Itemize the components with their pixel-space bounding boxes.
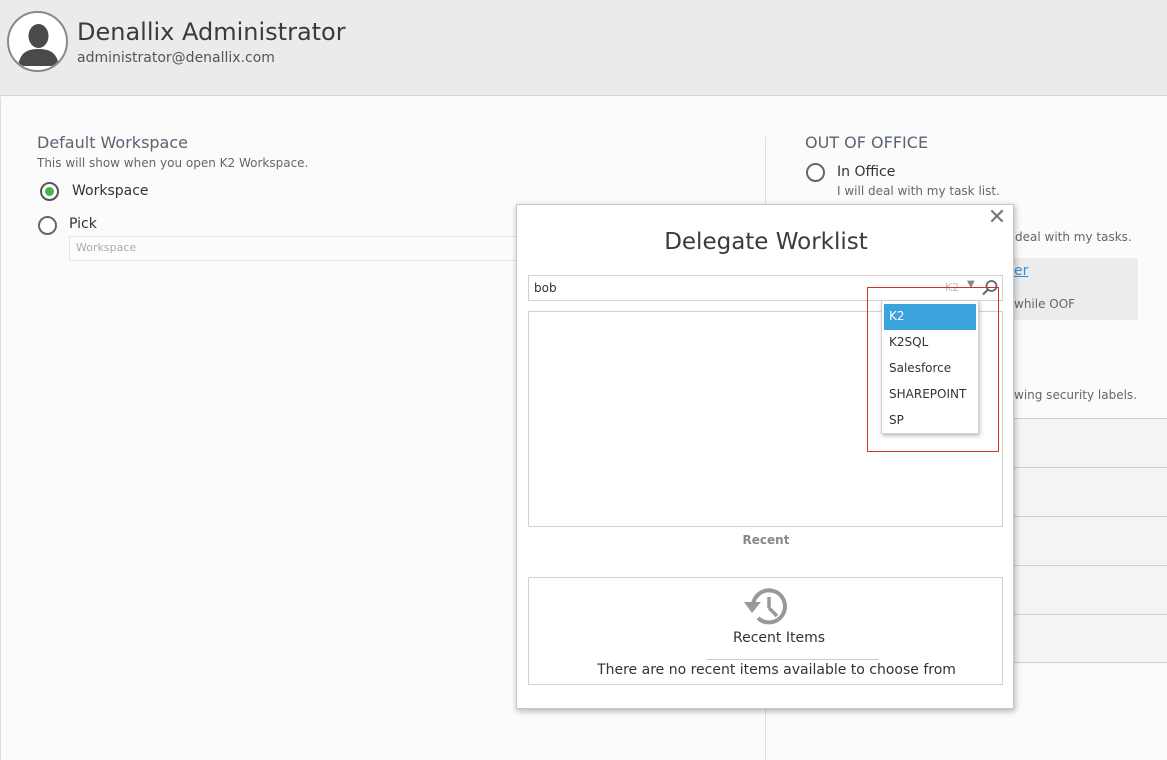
pick-radio-label[interactable]: Pick bbox=[69, 216, 97, 232]
provider-option-salesforce[interactable]: Salesforce bbox=[884, 356, 976, 382]
delegate-link[interactable]: er bbox=[1014, 263, 1028, 279]
history-icon bbox=[744, 588, 787, 625]
user-avatar-icon bbox=[7, 11, 68, 72]
provider-select-value[interactable]: K2 bbox=[945, 281, 959, 294]
profile-header: Denallix Administrator administrator@den… bbox=[0, 0, 1167, 96]
settings-row[interactable] bbox=[1013, 419, 1167, 467]
provider-option-sharepoint[interactable]: SHAREPOINT bbox=[884, 382, 976, 408]
recent-empty-message: There are no recent items available to c… bbox=[597, 662, 956, 678]
default-workspace-subtitle: This will show when you open K2 Workspac… bbox=[37, 156, 309, 170]
provider-option-k2[interactable]: K2 bbox=[884, 304, 976, 330]
in-office-description: I will deal with my task list. bbox=[837, 184, 1000, 198]
chevron-down-icon[interactable]: ▼ bbox=[967, 279, 975, 290]
workspace-pick-field[interactable]: Workspace bbox=[69, 236, 529, 261]
provider-dropdown: K2 K2SQL Salesforce SHAREPOINT SP bbox=[881, 300, 979, 434]
out-of-office-description: deal with my tasks. bbox=[1015, 230, 1132, 244]
recent-items-panel: Recent Items There are no recent items a… bbox=[528, 577, 1003, 685]
workspace-radio-label[interactable]: Workspace bbox=[72, 183, 149, 199]
settings-row[interactable] bbox=[1013, 566, 1167, 614]
out-of-office-title: OUT OF OFFICE bbox=[805, 133, 929, 152]
recent-divider bbox=[707, 659, 879, 660]
provider-option-sp[interactable]: SP bbox=[884, 408, 976, 434]
settings-row[interactable] bbox=[1013, 468, 1167, 516]
dialog-title: Delegate Worklist bbox=[664, 229, 868, 255]
pick-radio[interactable] bbox=[38, 216, 57, 235]
user-search-box: K2 ▼ bbox=[528, 275, 1003, 301]
recent-heading: Recent bbox=[742, 533, 790, 547]
user-search-input[interactable] bbox=[529, 276, 929, 300]
provider-option-k2sql[interactable]: K2SQL bbox=[884, 330, 976, 356]
search-icon[interactable] bbox=[981, 279, 999, 297]
settings-row[interactable] bbox=[1013, 615, 1167, 662]
user-email: administrator@denallix.com bbox=[77, 50, 275, 66]
in-office-radio[interactable] bbox=[806, 163, 825, 182]
in-office-label[interactable]: In Office bbox=[837, 164, 895, 180]
security-labels-text: wing security labels. bbox=[1014, 388, 1137, 402]
default-workspace-title: Default Workspace bbox=[37, 133, 188, 152]
delegate-worklist-dialog: ✕ Delegate Worklist K2 ▼ Recent Recent I… bbox=[516, 204, 1014, 709]
oof-setting-label: while OOF bbox=[1014, 297, 1076, 311]
settings-row-divider bbox=[1013, 662, 1167, 663]
workspace-radio[interactable] bbox=[40, 182, 59, 201]
recent-items-title: Recent Items bbox=[733, 630, 825, 646]
user-display-name: Denallix Administrator bbox=[77, 18, 346, 46]
close-icon[interactable]: ✕ bbox=[986, 207, 1008, 229]
settings-row[interactable] bbox=[1013, 517, 1167, 565]
